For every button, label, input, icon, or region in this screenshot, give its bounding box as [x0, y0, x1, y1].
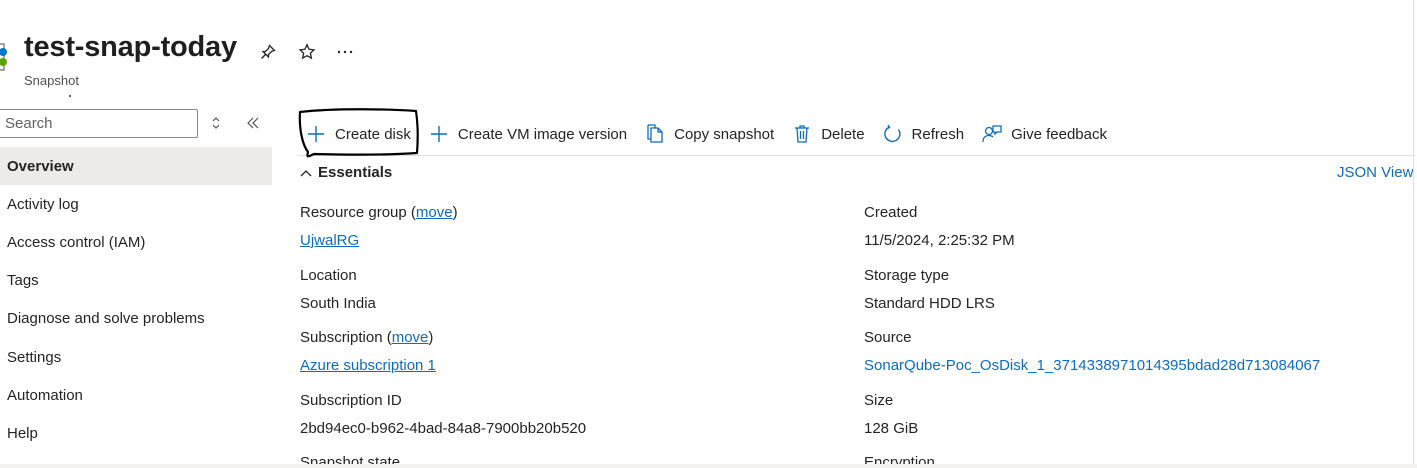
subscription-move-link[interactable]: move: [392, 329, 429, 346]
prop-storage-type: Storage type Standard HDD LRS: [864, 267, 995, 312]
subscription-link[interactable]: Azure subscription 1: [300, 357, 436, 374]
pin-icon[interactable]: [256, 40, 280, 64]
size-label: Size: [864, 392, 894, 409]
resource-group-move-link[interactable]: move: [416, 204, 453, 221]
size-value: 128 GiB: [864, 420, 919, 437]
sidebar-item-activity-log[interactable]: Activity log: [0, 185, 272, 223]
prop-created: Created 11/5/2024, 2:25:32 PM: [864, 204, 1015, 249]
bottom-edge: [0, 464, 1417, 468]
sidebar-item-settings[interactable]: Settings: [0, 338, 272, 376]
give-feedback-label: Give feedback: [1011, 125, 1107, 143]
prop-source: Source SonarQube-Poc_OsDisk_1_3714338971…: [864, 329, 1320, 374]
sidebar-item-tags[interactable]: Tags: [0, 262, 272, 300]
copy-snapshot-label: Copy snapshot: [674, 125, 775, 143]
created-label: Created: [864, 204, 918, 221]
sidebar-item-automation[interactable]: Automation: [0, 376, 272, 414]
stray-dot: [69, 95, 71, 97]
storage-type-label: Storage type: [864, 267, 950, 284]
more-icon[interactable]: [333, 40, 357, 64]
resource-group-link[interactable]: UjwalRG: [300, 232, 359, 249]
collapse-icon[interactable]: [242, 112, 264, 134]
subscription-label: Subscription: [300, 329, 383, 346]
prop-subscription: Subscription (move) Azure subscription 1: [300, 329, 436, 374]
delete-button[interactable]: Delete: [784, 112, 874, 156]
sidebar-item-overview[interactable]: Overview: [0, 147, 272, 186]
sidebar-item-access-control[interactable]: Access control (IAM): [0, 223, 272, 261]
source-link[interactable]: SonarQube-Poc_OsDisk_1_3714338971014395b…: [864, 357, 1320, 374]
feedback-icon: [982, 124, 1002, 144]
subscription-id-label: Subscription ID: [300, 392, 402, 409]
prop-size: Size 128 GiB: [864, 392, 918, 437]
plus-icon: [306, 124, 326, 144]
prop-resource-group: Resource group (move) UjwalRG: [300, 204, 458, 249]
give-feedback-button[interactable]: Give feedback: [974, 112, 1117, 156]
sidebar-nav: Overview Activity log Access control (IA…: [0, 147, 272, 453]
storage-type-value: Standard HDD LRS: [864, 295, 995, 312]
command-bar: Create disk Create VM image version Copy…: [298, 112, 1117, 156]
page-title: test-snap-today: [24, 31, 237, 63]
sidebar-item-help[interactable]: Help: [0, 414, 272, 452]
snapshot-resource-icon: [0, 42, 12, 74]
sort-icon[interactable]: [205, 112, 227, 134]
plus-icon: [429, 124, 449, 144]
prop-location: Location South India: [300, 267, 376, 312]
chevron-up-icon: [300, 164, 312, 181]
create-vm-image-label: Create VM image version: [457, 125, 628, 143]
location-value: South India: [300, 295, 376, 312]
prop-subscription-id: Subscription ID 2bd94ec0-b962-4bad-84a8-…: [300, 392, 586, 437]
refresh-button[interactable]: Refresh: [875, 112, 975, 156]
create-disk-label: Create disk: [335, 125, 411, 143]
trash-icon: [792, 124, 812, 144]
star-icon[interactable]: [295, 40, 319, 64]
refresh-icon: [883, 124, 903, 144]
source-label: Source: [864, 329, 912, 346]
right-scroll-edge: [1413, 0, 1414, 468]
sidebar-item-diagnose[interactable]: Diagnose and solve problems: [0, 300, 272, 338]
search-input[interactable]: [0, 109, 198, 138]
created-value: 11/5/2024, 2:25:32 PM: [864, 232, 1015, 249]
essentials-heading: Essentials: [318, 164, 393, 181]
create-vm-image-button[interactable]: Create VM image version: [421, 112, 637, 156]
page-subtitle: Snapshot: [24, 73, 79, 88]
json-view-link[interactable]: JSON View: [1337, 164, 1413, 181]
create-disk-button[interactable]: Create disk: [298, 112, 421, 156]
refresh-label: Refresh: [911, 125, 965, 143]
copy-snapshot-button[interactable]: Copy snapshot: [637, 112, 784, 156]
delete-label: Delete: [821, 125, 865, 143]
location-label: Location: [300, 267, 357, 284]
toolbar-divider: [298, 155, 1415, 156]
subscription-id-value: 2bd94ec0-b962-4bad-84a8-7900bb20b520: [300, 420, 587, 437]
resource-group-label: Resource group: [300, 204, 407, 221]
essentials-toggle[interactable]: Essentials: [300, 164, 392, 181]
copy-icon: [645, 124, 665, 144]
